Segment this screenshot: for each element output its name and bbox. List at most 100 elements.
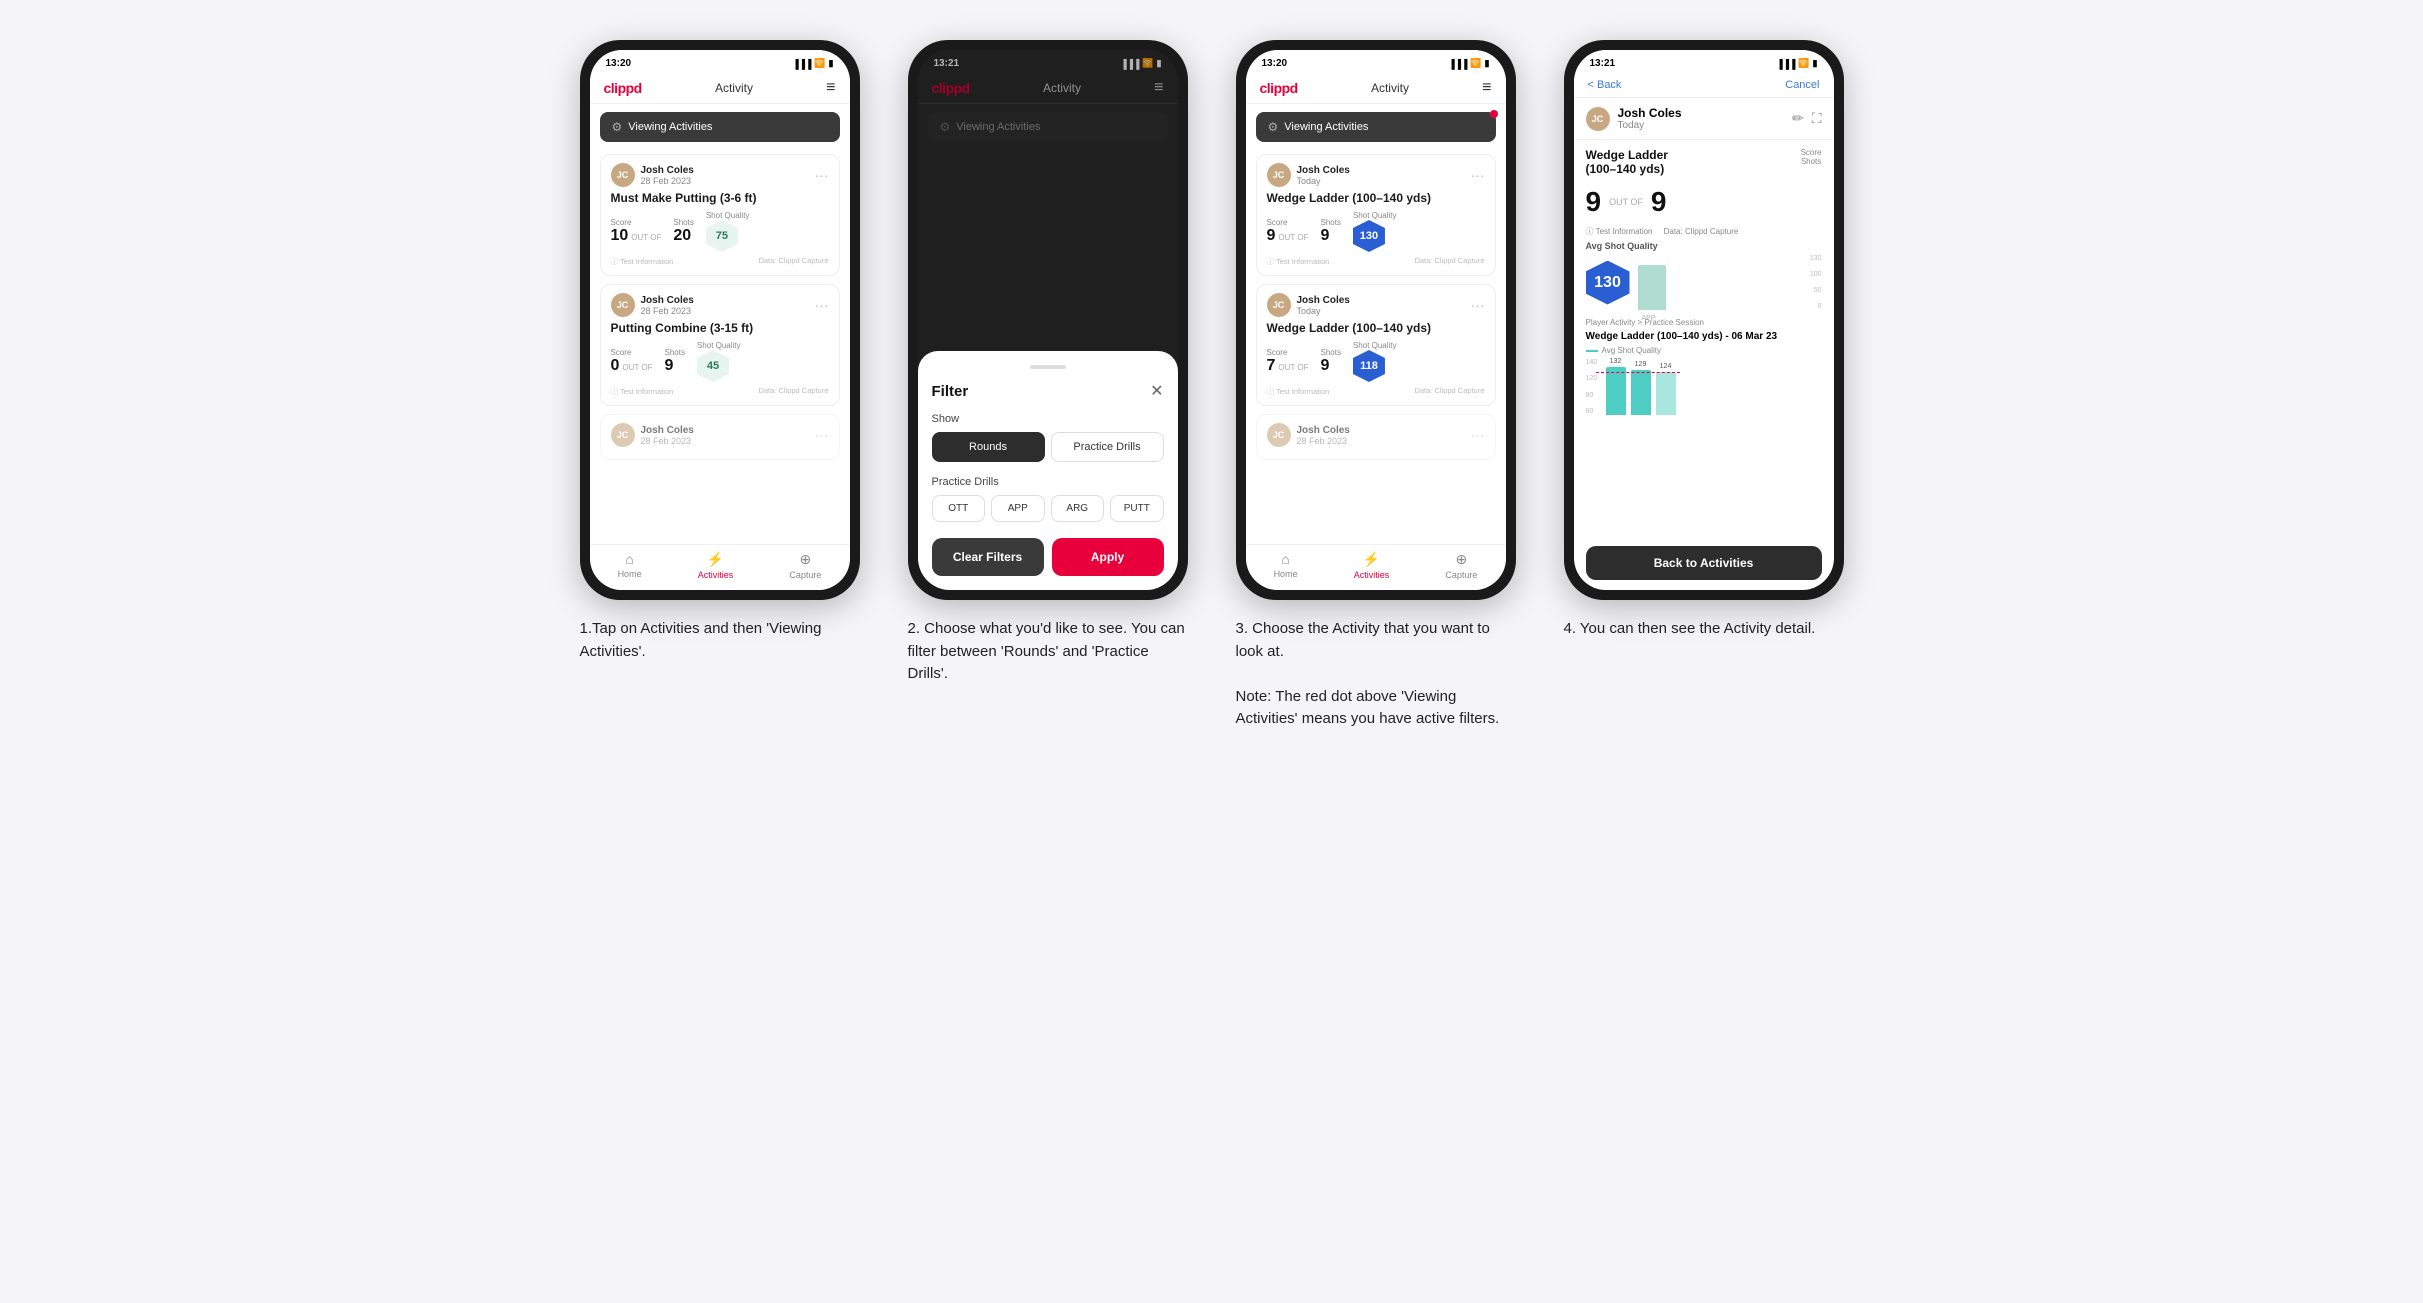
tab-capture-3[interactable]: ⊕ Capture <box>1445 551 1477 580</box>
caption-3: 3. Choose the Activity that you want to … <box>1236 618 1516 731</box>
shot-quality-1-2: 45 <box>697 350 729 382</box>
signal-icon-4: ▐▐▐ <box>1776 59 1795 69</box>
apply-btn-2[interactable]: Apply <box>1052 538 1164 576</box>
outof-label-4: OUT OF <box>1609 197 1643 207</box>
user-name-3-2: Josh Coles <box>1297 295 1350 306</box>
activity-card-3-2[interactable]: JC Josh Coles Today ··· Wedge Ladder (10… <box>1256 284 1496 406</box>
back-to-activities-btn-4[interactable]: Back to Activities <box>1586 546 1822 580</box>
card-footer-right-1-1: Data: Clippd Capture <box>758 256 828 267</box>
status-bar-3: 13:20 ▐▐▐ 🛜 ▮ <box>1246 50 1506 73</box>
avg-sq-label-4: Avg Shot Quality <box>1586 241 1822 251</box>
cancel-btn-4[interactable]: Cancel <box>1785 79 1819 91</box>
avatar-3-3: JC <box>1267 423 1291 447</box>
score-label-1-2: Score <box>611 348 653 357</box>
nav-bar-3: clippd Activity ≡ <box>1246 73 1506 104</box>
viewing-banner-3[interactable]: ⚙ Viewing Activities <box>1256 112 1496 142</box>
cards-container-3: JC Josh Coles Today ··· Wedge Ladder (10… <box>1246 150 1506 544</box>
caption-2: 2. Choose what you'd like to see. You ca… <box>908 618 1188 686</box>
status-bar-4: 13:21 ▐▐▐ 🛜 ▮ <box>1574 50 1834 73</box>
expand-icon-4[interactable]: ⛶ <box>1812 110 1822 127</box>
card-footer-left-3-2: ⓘ Test Information <box>1267 386 1330 397</box>
more-dots-3-1[interactable]: ··· <box>1471 167 1485 183</box>
card-footer-right-3-1: Data: Clippd Capture <box>1414 256 1484 267</box>
card-footer-left-3-1: ⓘ Test Information <box>1267 256 1330 267</box>
battery-icon-4: ▮ <box>1813 58 1818 69</box>
more-dots-1-2[interactable]: ··· <box>815 297 829 313</box>
card-footer-left-1-2: ⓘ Test Information <box>611 386 674 397</box>
avg-quality-row-4: 130 130 100 50 0 AP <box>1586 255 1822 310</box>
caption-1: 1.Tap on Activities and then 'Viewing Ac… <box>580 618 860 663</box>
back-btn-4[interactable]: < Back <box>1588 79 1622 91</box>
shot-quality-1-1: 75 <box>706 220 738 252</box>
tab-capture-1[interactable]: ⊕ Capture <box>789 551 821 580</box>
activity-card-1-3[interactable]: JC Josh Coles 28 Feb 2023 ··· <box>600 414 840 460</box>
drill-putt-2[interactable]: PUTT <box>1110 495 1164 522</box>
tab-home-3[interactable]: ⌂ Home <box>1274 551 1298 580</box>
card-title-1-1: Must Make Putting (3-6 ft) <box>611 191 829 205</box>
detail-user-name-4: Josh Coles <box>1618 106 1682 120</box>
drill-ott-2[interactable]: OTT <box>932 495 986 522</box>
tab-activities-1[interactable]: ⚡ Activities <box>698 551 734 580</box>
score-val-1-1: 10 <box>611 227 629 245</box>
tab-capture-label-3: Capture <box>1445 570 1477 580</box>
more-dots-3-3[interactable]: ··· <box>1471 427 1485 443</box>
cards-container-1: JC Josh Coles 28 Feb 2023 ··· Must Make … <box>590 150 850 544</box>
status-time-4: 13:21 <box>1590 58 1616 69</box>
filter-icon-1: ⚙ <box>612 120 623 134</box>
step-4-column: 13:21 ▐▐▐ 🛜 ▮ < Back Cancel JC <box>1554 40 1854 731</box>
activity-card-3-3[interactable]: JC Josh Coles 28 Feb 2023 ··· <box>1256 414 1496 460</box>
close-icon-2[interactable]: ✕ <box>1150 381 1163 401</box>
filter-icon-3: ⚙ <box>1268 120 1279 134</box>
active-filter-dot-3 <box>1490 110 1498 118</box>
clear-filters-btn-2[interactable]: Clear Filters <box>932 538 1044 576</box>
viewing-banner-1[interactable]: ⚙ Viewing Activities <box>600 112 840 142</box>
activity-card-1-1[interactable]: JC Josh Coles 28 Feb 2023 ··· Must Make … <box>600 154 840 276</box>
sq-label-3-1: Shot Quality <box>1353 211 1397 220</box>
bottom-tab-1: ⌂ Home ⚡ Activities ⊕ Capture <box>590 544 850 590</box>
toggle-rounds-2[interactable]: Rounds <box>932 432 1045 462</box>
shots-val-3-1: 9 <box>1320 227 1340 245</box>
shot-quality-3-1: 130 <box>1353 220 1385 252</box>
score-label-3-2: Score <box>1267 348 1309 357</box>
drill-legend-4: Avg Shot Quality <box>1586 346 1822 355</box>
tab-home-1[interactable]: ⌂ Home <box>618 551 642 580</box>
menu-icon-1[interactable]: ≡ <box>826 79 835 97</box>
edit-icon-4[interactable]: ✏ <box>1792 110 1804 127</box>
tab-activities-label-3: Activities <box>1354 570 1390 580</box>
avatar-4: JC <box>1586 107 1610 131</box>
card-user-1-1: JC Josh Coles 28 Feb 2023 <box>611 163 694 187</box>
detail-score-group-4: 9 <box>1586 186 1602 218</box>
menu-icon-3[interactable]: ≡ <box>1482 79 1491 97</box>
activity-card-1-2[interactable]: JC Josh Coles 28 Feb 2023 ··· Putting Co… <box>600 284 840 406</box>
avg-hex-4: 130 <box>1586 261 1630 305</box>
step-2-column: 13:21 ▐▐▐ 🛜 ▮ clippd Activity ≡ ⚙ Vie <box>898 40 1198 731</box>
status-time-1: 13:20 <box>606 58 632 69</box>
bar-3-4: 124 <box>1656 363 1676 415</box>
user-date-1-3: 28 Feb 2023 <box>641 436 694 446</box>
shots-val-1-2: 9 <box>664 357 684 375</box>
user-date-1-1: 28 Feb 2023 <box>641 176 694 186</box>
detail-action-icons-4: ✏ ⛶ <box>1792 110 1822 127</box>
card-footer-right-1-2: Data: Clippd Capture <box>758 386 828 397</box>
user-name-1-2: Josh Coles <box>641 295 694 306</box>
status-time-3: 13:20 <box>1262 58 1288 69</box>
step-3-column: 13:20 ▐▐▐ 🛜 ▮ clippd Activity ≡ ⚙ Vie <box>1226 40 1526 731</box>
more-dots-1-1[interactable]: ··· <box>815 167 829 183</box>
more-dots-1-3[interactable]: ··· <box>815 427 829 443</box>
sheet-handle-2 <box>1030 365 1066 369</box>
tab-activities-3[interactable]: ⚡ Activities <box>1354 551 1390 580</box>
shots-val-3-2: 9 <box>1320 357 1340 375</box>
shots-label-3-1: Shots <box>1320 218 1340 227</box>
sq-label-3-2: Shot Quality <box>1353 341 1397 350</box>
bottom-tab-3: ⌂ Home ⚡ Activities ⊕ Capture <box>1246 544 1506 590</box>
user-name-3-1: Josh Coles <box>1297 165 1350 176</box>
detail-section-title-4: Wedge Ladder(100–140 yds) <box>1586 148 1668 176</box>
shot-quality-3-2: 118 <box>1353 350 1385 382</box>
status-bar-1: 13:20 ▐▐▐ 🛜 ▮ <box>590 50 850 73</box>
more-dots-3-2[interactable]: ··· <box>1471 297 1485 313</box>
drill-arg-2[interactable]: ARG <box>1051 495 1105 522</box>
tab-home-label-1: Home <box>618 569 642 579</box>
activity-card-3-1[interactable]: JC Josh Coles Today ··· Wedge Ladder (10… <box>1256 154 1496 276</box>
toggle-drills-2[interactable]: Practice Drills <box>1051 432 1164 462</box>
drill-app-2[interactable]: APP <box>991 495 1045 522</box>
